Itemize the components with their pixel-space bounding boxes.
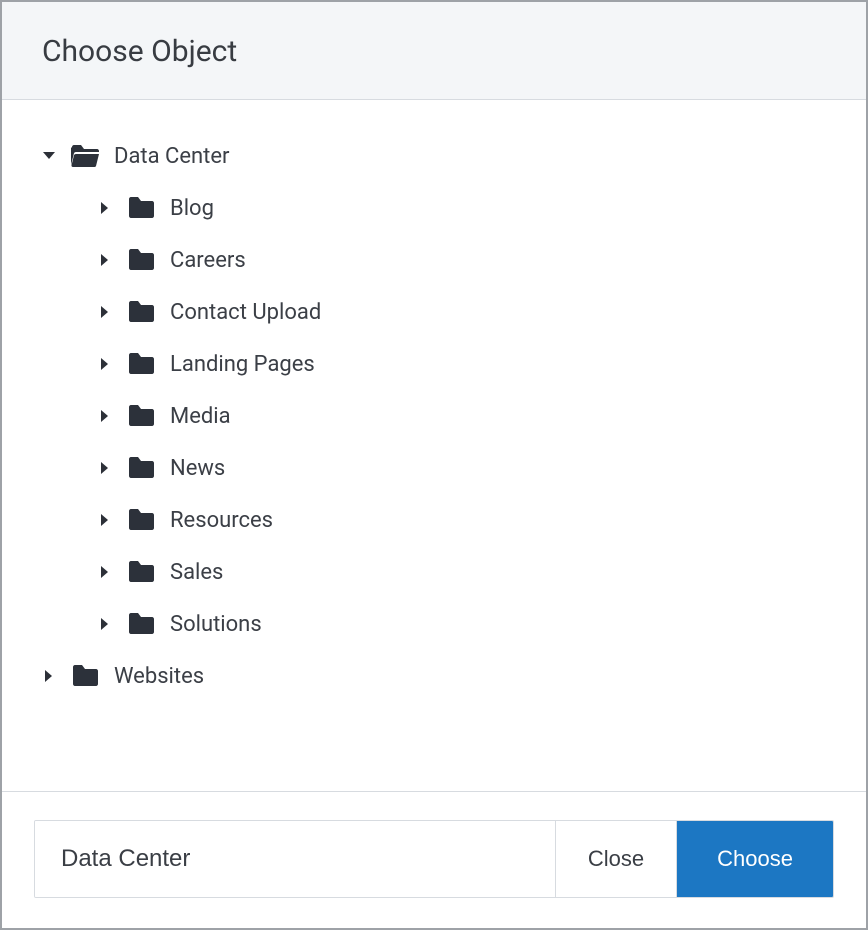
caret-right-icon[interactable] (96, 355, 114, 373)
caret-right-icon[interactable] (96, 615, 114, 633)
folder-icon (126, 349, 156, 379)
tree-node-label: Landing Pages (170, 352, 315, 377)
tree-node-label: Contact Upload (170, 300, 321, 325)
caret-right-icon[interactable] (96, 199, 114, 217)
modal-title: Choose Object (42, 34, 826, 69)
caret-right-icon[interactable] (96, 511, 114, 529)
footer-bar: Close Choose (34, 820, 834, 898)
tree-node-news[interactable]: News (32, 442, 836, 494)
caret-right-icon[interactable] (96, 407, 114, 425)
caret-right-icon[interactable] (96, 303, 114, 321)
modal-header: Choose Object (2, 2, 866, 100)
folder-icon (126, 505, 156, 535)
tree-node-label: Websites (114, 664, 204, 689)
choose-button[interactable]: Choose (676, 821, 833, 897)
tree-node-label: Data Center (114, 144, 229, 169)
tree-node-careers[interactable]: Careers (32, 234, 836, 286)
caret-right-icon[interactable] (40, 667, 58, 685)
caret-right-icon[interactable] (96, 563, 114, 581)
selected-object-field[interactable] (35, 821, 555, 897)
tree-node-websites[interactable]: Websites (32, 650, 836, 702)
choose-object-modal: Choose Object Data Center (0, 0, 868, 930)
folder-icon (126, 401, 156, 431)
tree-node-label: Media (170, 404, 231, 429)
folder-icon (126, 297, 156, 327)
tree-node-contact-upload[interactable]: Contact Upload (32, 286, 836, 338)
caret-right-icon[interactable] (96, 251, 114, 269)
tree-node-sales[interactable]: Sales (32, 546, 836, 598)
tree-node-landing-pages[interactable]: Landing Pages (32, 338, 836, 390)
folder-icon (126, 557, 156, 587)
caret-down-icon[interactable] (40, 147, 58, 165)
tree-node-label: Blog (170, 196, 214, 221)
tree-node-label: News (170, 456, 225, 481)
tree-node-label: Resources (170, 508, 273, 533)
close-button[interactable]: Close (555, 821, 676, 897)
tree-node-media[interactable]: Media (32, 390, 836, 442)
modal-body: Data Center Blog Careers (2, 100, 866, 791)
object-tree: Data Center Blog Careers (32, 130, 836, 702)
tree-node-resources[interactable]: Resources (32, 494, 836, 546)
tree-node-label: Careers (170, 248, 246, 273)
folder-icon (126, 609, 156, 639)
folder-icon (126, 193, 156, 223)
folder-icon (70, 661, 100, 691)
tree-node-blog[interactable]: Blog (32, 182, 836, 234)
tree-node-solutions[interactable]: Solutions (32, 598, 836, 650)
tree-node-label: Sales (170, 560, 223, 585)
tree-node-data-center[interactable]: Data Center (32, 130, 836, 182)
caret-right-icon[interactable] (96, 459, 114, 477)
folder-icon (126, 245, 156, 275)
folder-open-icon (70, 141, 100, 171)
tree-node-label: Solutions (170, 612, 262, 637)
modal-footer: Close Choose (2, 791, 866, 928)
folder-icon (126, 453, 156, 483)
